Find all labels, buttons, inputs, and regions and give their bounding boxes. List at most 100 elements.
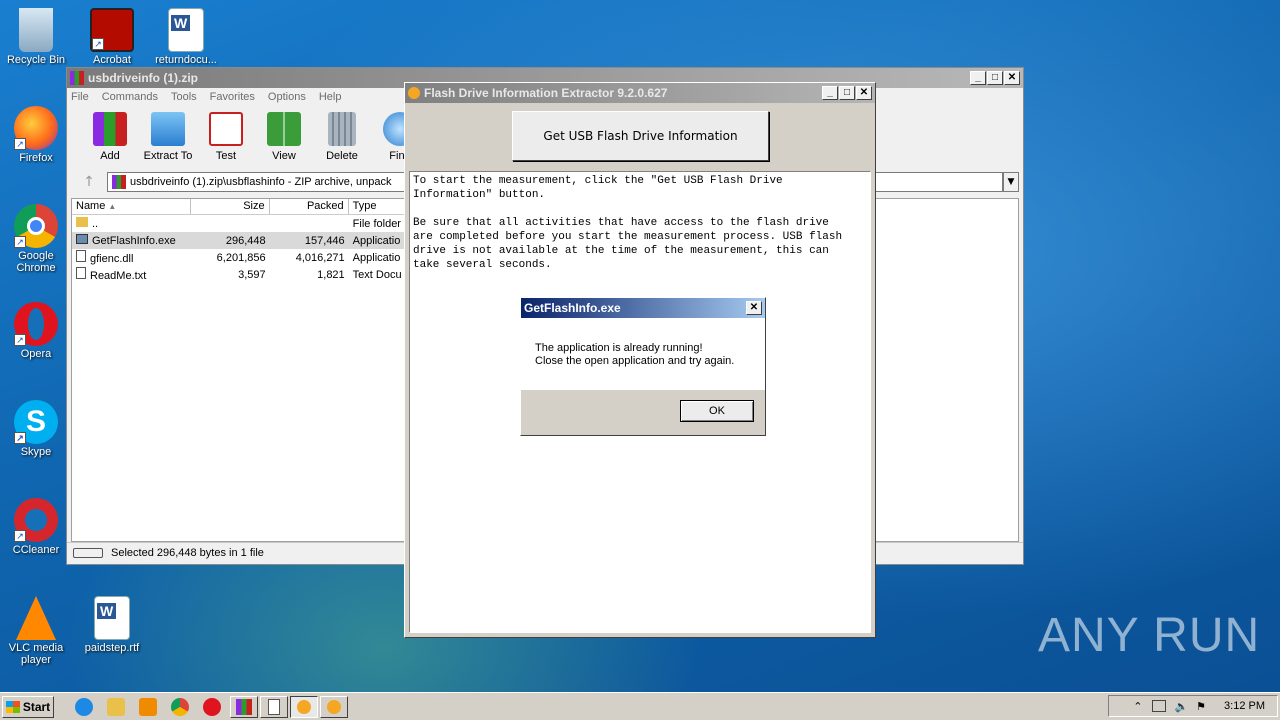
column-size[interactable]: Size	[191, 199, 270, 214]
drive-icon	[73, 547, 103, 558]
row-name: ..	[92, 218, 99, 230]
address-dropdown-arrow[interactable]: ▼	[1003, 172, 1019, 192]
taskbar-notepad[interactable]	[260, 695, 288, 718]
column-type[interactable]: Type	[349, 199, 408, 214]
desktop-icon-acrobat[interactable]: ↗ Acrobat	[76, 8, 148, 66]
view-button[interactable]: View	[255, 106, 313, 170]
desktop-icon-opera[interactable]: ↗ Opera	[0, 302, 72, 360]
chrome-taskbar-icon[interactable]	[171, 697, 189, 716]
start-label: Start	[22, 699, 51, 714]
close-button[interactable]: ✕	[746, 301, 762, 315]
acrobat-icon: ↗	[90, 8, 134, 52]
taskbar-winrar[interactable]	[230, 695, 258, 718]
column-packed[interactable]: Packed	[270, 199, 349, 214]
maximize-button[interactable]: □	[839, 86, 855, 100]
desktop-icon-vlc[interactable]: VLC media player	[0, 596, 72, 666]
sun-task-icon	[327, 699, 341, 714]
flash-drive-title: Flash Drive Information Extractor 9.2.0.…	[424, 86, 668, 100]
ok-button[interactable]: OK	[680, 400, 754, 422]
desktop-icon-label: CCleaner	[12, 544, 60, 556]
menu-help[interactable]: Help	[319, 91, 342, 103]
folder-icon	[151, 112, 185, 146]
add-button[interactable]: Add	[81, 106, 139, 170]
close-button[interactable]: ✕	[1004, 71, 1020, 85]
table-row[interactable]: ReadMe.txt 3,597 1,821 Text Docu	[72, 266, 408, 283]
desktop-icon-paidstep[interactable]: W paidstep.rtf	[76, 596, 148, 654]
flash-drive-titlebar[interactable]: Flash Drive Information Extractor 9.2.0.…	[405, 83, 875, 103]
dialog-body: The application is already running! Clos…	[521, 318, 765, 390]
row-size: 296,448	[225, 234, 266, 247]
row-packed: 1,821	[317, 268, 345, 281]
media-player-icon[interactable]	[139, 697, 157, 716]
table-row[interactable]: .. File folder	[72, 215, 408, 232]
folder-up-icon	[76, 217, 88, 227]
opera-taskbar-icon[interactable]	[203, 697, 221, 716]
skype-icon: S ↗	[14, 400, 58, 444]
add-archive-icon	[93, 112, 127, 146]
system-tray: ⌃ 🔈 ⚑ 3:12 PM	[1108, 695, 1278, 717]
close-button[interactable]: ✕	[856, 86, 872, 100]
dialog-message-line1: The application is already running!	[535, 342, 703, 354]
row-packed: 157,446	[304, 234, 345, 247]
delete-label: Delete	[326, 150, 358, 162]
row-packed: 4,016,271	[295, 251, 345, 264]
taskbar-flash-drive-extractor[interactable]	[290, 695, 318, 718]
row-type: Text Docu	[352, 268, 402, 281]
get-usb-info-button[interactable]: Get USB Flash Drive Information	[512, 111, 769, 161]
menu-options[interactable]: Options	[268, 91, 306, 103]
row-type: File folder	[352, 217, 401, 230]
shortcut-arrow-icon: ↗	[14, 432, 26, 444]
desktop-icon-label: Firefox	[19, 152, 53, 164]
row-type: Applicatio	[352, 234, 401, 247]
archive-icon	[112, 175, 126, 189]
desktop-icon-ccleaner[interactable]: ↗ CCleaner	[0, 498, 72, 556]
flag-icon[interactable]: ⚑	[1196, 700, 1206, 713]
status-text: Selected 296,448 bytes in 1 file	[111, 546, 264, 559]
menu-favorites[interactable]: Favorites	[210, 91, 255, 103]
tray-expand-icon[interactable]: ⌃	[1133, 700, 1142, 713]
test-button[interactable]: Test	[197, 106, 255, 170]
chrome-icon: ↗	[14, 204, 58, 248]
minimize-button[interactable]: _	[822, 86, 838, 100]
clock[interactable]: 3:12 PM	[1224, 700, 1265, 712]
desktop-icon-returndocu[interactable]: W returndocu...	[150, 8, 222, 66]
dialog-message-line2: Close the open application and try again…	[535, 355, 735, 367]
network-icon[interactable]	[1152, 700, 1167, 712]
shortcut-arrow-icon: ↗	[14, 236, 26, 248]
desktop-icon-skype[interactable]: S ↗ Skype	[0, 400, 72, 458]
menu-tools[interactable]: Tools	[171, 91, 197, 103]
desktop-icon-firefox[interactable]: ↗ Firefox	[0, 106, 72, 164]
minimize-button[interactable]: _	[970, 71, 986, 85]
row-type: Applicatio	[352, 251, 401, 264]
maximize-button[interactable]: □	[987, 71, 1003, 85]
delete-button[interactable]: Delete	[313, 106, 371, 170]
add-label: Add	[100, 150, 120, 162]
desktop-icon-chrome[interactable]: ↗ Google Chrome	[0, 204, 72, 274]
menu-file[interactable]: File	[71, 91, 89, 103]
internet-explorer-icon[interactable]	[75, 697, 93, 716]
desktop-icon-label: Skype	[20, 446, 52, 458]
taskbar-getflashinfo[interactable]	[320, 695, 348, 718]
taskbar: Start ⌃ 🔈 ⚑ 3:12 PM	[0, 692, 1280, 720]
dialog-titlebar[interactable]: GetFlashInfo.exe ✕	[521, 298, 765, 318]
explorer-folder-icon[interactable]	[107, 697, 125, 716]
trash-icon	[328, 112, 356, 146]
sun-app-icon	[408, 87, 420, 99]
recycle-bin-icon	[19, 8, 53, 52]
desktop-icon-recycle-bin[interactable]: Recycle Bin	[0, 8, 72, 66]
row-name: gfienc.dll	[90, 253, 134, 265]
up-arrow-icon[interactable]: ↑	[71, 174, 107, 190]
start-button[interactable]: Start	[2, 695, 54, 718]
extract-to-button[interactable]: Extract To	[139, 106, 197, 170]
menu-commands[interactable]: Commands	[102, 91, 158, 103]
shortcut-arrow-icon: ↗	[14, 530, 26, 542]
table-row[interactable]: gfienc.dll 6,201,856 4,016,271 Applicati…	[72, 249, 408, 266]
error-dialog: GetFlashInfo.exe ✕ The application is al…	[520, 297, 766, 436]
sort-asc-icon: ▲	[108, 202, 117, 211]
desktop-icon-label: Recycle Bin	[6, 54, 66, 66]
row-name: GetFlashInfo.exe	[92, 235, 176, 247]
column-name[interactable]: Name ▲	[72, 199, 191, 214]
anyrun-watermark: ANY RUN	[1038, 609, 1261, 662]
table-row-selected[interactable]: GetFlashInfo.exe 296,448 157,446 Applica…	[72, 232, 408, 249]
volume-icon[interactable]: 🔈	[1174, 700, 1188, 713]
